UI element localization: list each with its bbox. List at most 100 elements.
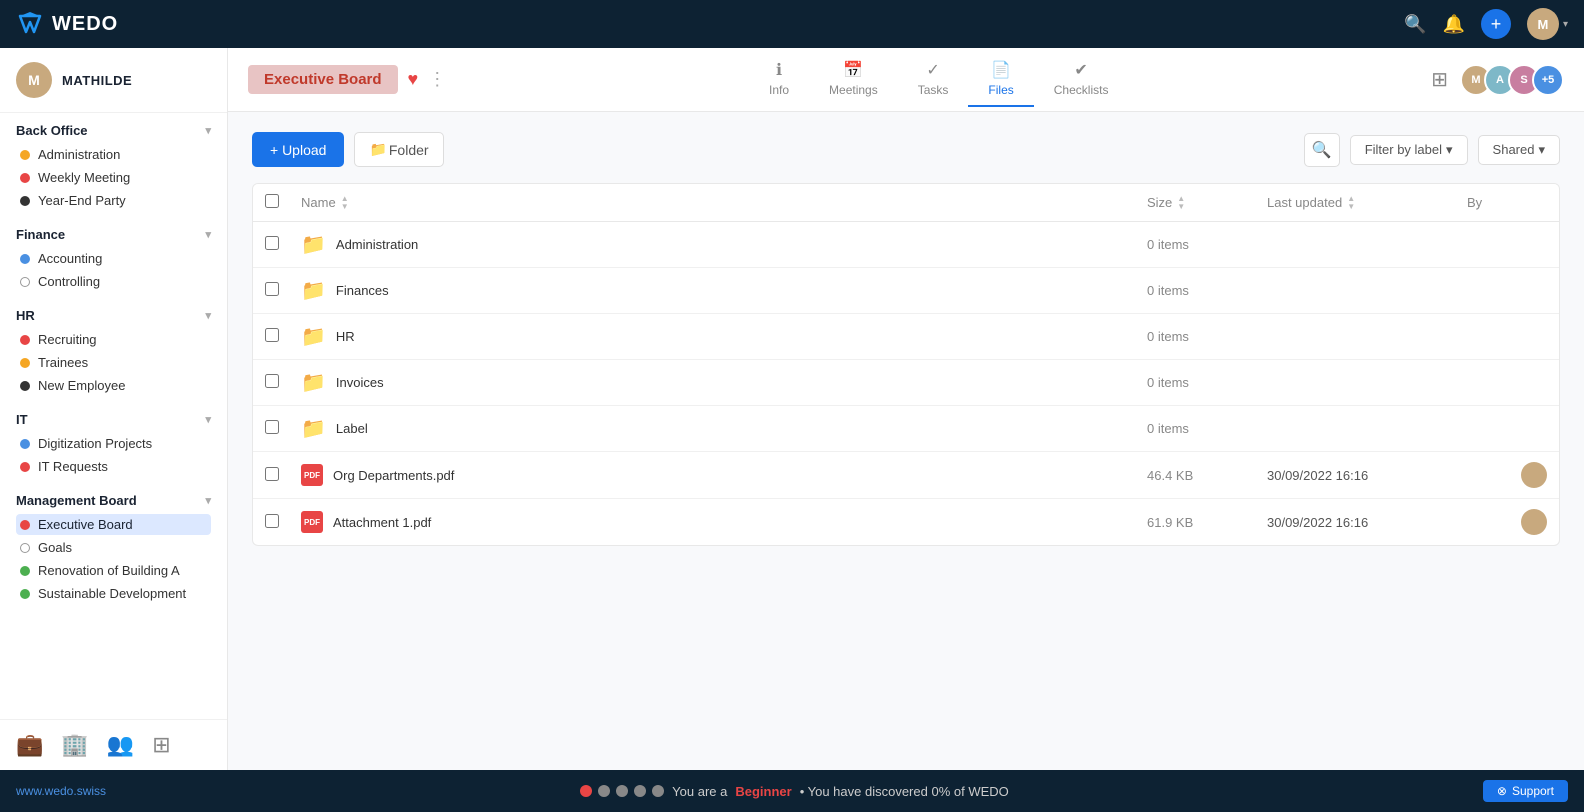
- size-column-header[interactable]: Size ▲▼: [1147, 195, 1267, 211]
- logo-text: WEDO: [52, 13, 118, 36]
- sidebar-section-header-management-board[interactable]: Management Board ▾: [16, 493, 211, 508]
- folder-icon: 📁: [301, 416, 326, 441]
- files-toolbar-right: 🔍 Filter by label ▾ Shared ▾: [1304, 133, 1560, 167]
- sidebar-item-new-employee[interactable]: New Employee: [16, 375, 211, 396]
- sidebar-item-trainees[interactable]: Trainees: [16, 352, 211, 373]
- sidebar-item-recruiting[interactable]: Recruiting: [16, 329, 211, 350]
- chevron-down-icon: ▾: [205, 494, 211, 507]
- logo-area: WEDO: [16, 10, 118, 38]
- dot-icon: [20, 439, 30, 449]
- sidebar-section-header-it[interactable]: IT ▾: [16, 412, 211, 427]
- name-column-header[interactable]: Name ▲▼: [301, 195, 1147, 211]
- table-row: 📁 Invoices 0 items: [253, 360, 1559, 406]
- dot-icon: [20, 335, 30, 345]
- sidebar-item-renovation-building-a[interactable]: Renovation of Building A: [16, 560, 211, 581]
- by-column-header: By: [1467, 195, 1547, 210]
- sidebar-item-controlling[interactable]: Controlling: [16, 271, 211, 292]
- size-cell: 61.9 KB: [1147, 515, 1267, 530]
- size-cell: 0 items: [1147, 375, 1267, 390]
- content-area: Executive Board ♥ ⋮ ℹ Info 📅 Meetings ✓ …: [228, 48, 1584, 770]
- sidebar-section-management-board: Management Board ▾ Executive Board Goals…: [0, 483, 227, 610]
- tab-info[interactable]: ℹ Info: [749, 52, 809, 107]
- progress-dot-red: [580, 785, 592, 797]
- person-group-icon[interactable]: 👥: [107, 732, 134, 758]
- search-icon[interactable]: 🔍: [1404, 14, 1426, 35]
- pdf-icon: PDF: [301, 464, 323, 486]
- sidebar-item-executive-board[interactable]: Executive Board: [16, 514, 211, 535]
- row-checkbox[interactable]: [265, 514, 279, 528]
- select-all-checkbox-container: [265, 194, 301, 211]
- search-button[interactable]: 🔍: [1304, 133, 1340, 167]
- more-options-button[interactable]: ⋮: [428, 69, 446, 90]
- sidebar-avatar: M: [16, 62, 52, 98]
- sidebar-item-digitization-projects[interactable]: Digitization Projects: [16, 433, 211, 454]
- progress-dot-gray-1: [598, 785, 610, 797]
- files-toolbar: + Upload 📁 Folder 🔍 Filter by label ▾ Sh…: [252, 132, 1560, 167]
- table-row: 📁 HR 0 items: [253, 314, 1559, 360]
- support-button[interactable]: ⊗ Support: [1483, 780, 1568, 802]
- row-checkbox[interactable]: [265, 236, 279, 250]
- size-cell: 0 items: [1147, 283, 1267, 298]
- tab-files[interactable]: 📄 Files: [968, 52, 1033, 107]
- sidebar-section-hr: HR ▾ Recruiting Trainees New Employee: [0, 298, 227, 402]
- chevron-down-icon: ▾: [1446, 142, 1453, 158]
- upload-button[interactable]: + Upload: [252, 132, 344, 167]
- user-menu[interactable]: M ▾: [1527, 8, 1568, 40]
- avatar-cell: [1467, 462, 1547, 488]
- sort-icon: ▲▼: [1177, 195, 1185, 211]
- sort-icon: ▲▼: [341, 195, 349, 211]
- shared-button[interactable]: Shared ▾: [1478, 135, 1560, 165]
- tab-checklists[interactable]: ✔ Checklists: [1034, 52, 1129, 107]
- bell-icon[interactable]: 🔔: [1443, 14, 1465, 35]
- row-checkbox[interactable]: [265, 282, 279, 296]
- table-row: 📁 Finances 0 items: [253, 268, 1559, 314]
- file-icon: 📄: [991, 60, 1011, 80]
- tab-meetings[interactable]: 📅 Meetings: [809, 52, 898, 107]
- add-button[interactable]: +: [1481, 9, 1511, 39]
- last-updated-column-header[interactable]: Last updated ▲▼: [1267, 195, 1467, 211]
- tab-tasks[interactable]: ✓ Tasks: [898, 52, 969, 107]
- row-checkbox[interactable]: [265, 420, 279, 434]
- chevron-down-icon: ▾: [1538, 142, 1545, 158]
- folder-icon: 📁: [301, 324, 326, 349]
- folder-button[interactable]: 📁 Folder: [354, 132, 443, 167]
- calendar-icon: 📅: [843, 60, 863, 80]
- sidebar-item-it-requests[interactable]: IT Requests: [16, 456, 211, 477]
- row-checkbox[interactable]: [265, 328, 279, 342]
- layout-grid-icon[interactable]: ⊞: [1431, 67, 1448, 92]
- sidebar-item-administration[interactable]: Administration: [16, 144, 211, 165]
- sidebar-item-year-end-party[interactable]: Year-End Party: [16, 190, 211, 211]
- files-table: Name ▲▼ Size ▲▼ Last updated ▲▼ By: [252, 183, 1560, 546]
- building-icon[interactable]: 🏢: [61, 732, 88, 758]
- favorite-button[interactable]: ♥: [408, 69, 419, 90]
- table-header: Name ▲▼ Size ▲▼ Last updated ▲▼ By: [253, 184, 1559, 222]
- sidebar-item-goals[interactable]: Goals: [16, 537, 211, 558]
- sidebar-item-accounting[interactable]: Accounting: [16, 248, 211, 269]
- board-title-area: Executive Board ♥ ⋮: [248, 65, 446, 94]
- sidebar-section-header-finance[interactable]: Finance ▾: [16, 227, 211, 242]
- bottom-bar: www.wedo.swiss You are a Beginner • You …: [0, 770, 1584, 812]
- chevron-down-icon: ▾: [205, 309, 211, 322]
- row-checkbox[interactable]: [265, 467, 279, 481]
- folder-icon: 📁: [301, 278, 326, 303]
- top-navbar: WEDO 🔍 🔔 + M ▾: [0, 0, 1584, 48]
- filter-by-label-button[interactable]: Filter by label ▾: [1350, 135, 1468, 165]
- wedo-logo-icon: [16, 10, 44, 38]
- sidebar-section-header-back-office[interactable]: Back Office ▾: [16, 123, 211, 138]
- row-checkbox[interactable]: [265, 374, 279, 388]
- grid-icon[interactable]: ⊞: [152, 732, 170, 758]
- sidebar-item-weekly-meeting[interactable]: Weekly Meeting: [16, 167, 211, 188]
- sort-icon: ▲▼: [1347, 195, 1355, 211]
- website-link[interactable]: www.wedo.swiss: [16, 784, 106, 798]
- sidebar-item-sustainable-development[interactable]: Sustainable Development: [16, 583, 211, 604]
- chevron-down-icon: ▾: [205, 124, 211, 137]
- sidebar-bottom-icons: 💼 🏢 👥 ⊞: [0, 719, 227, 770]
- member-more-button[interactable]: +5: [1532, 64, 1564, 96]
- briefcase-icon[interactable]: 💼: [16, 732, 43, 758]
- members-list: M A S +5: [1460, 64, 1564, 96]
- sidebar-section-header-hr[interactable]: HR ▾: [16, 308, 211, 323]
- row-checkbox-container: [265, 374, 301, 391]
- board-title-button[interactable]: Executive Board: [248, 65, 398, 94]
- select-all-checkbox[interactable]: [265, 194, 279, 208]
- progress-dots: [580, 785, 664, 797]
